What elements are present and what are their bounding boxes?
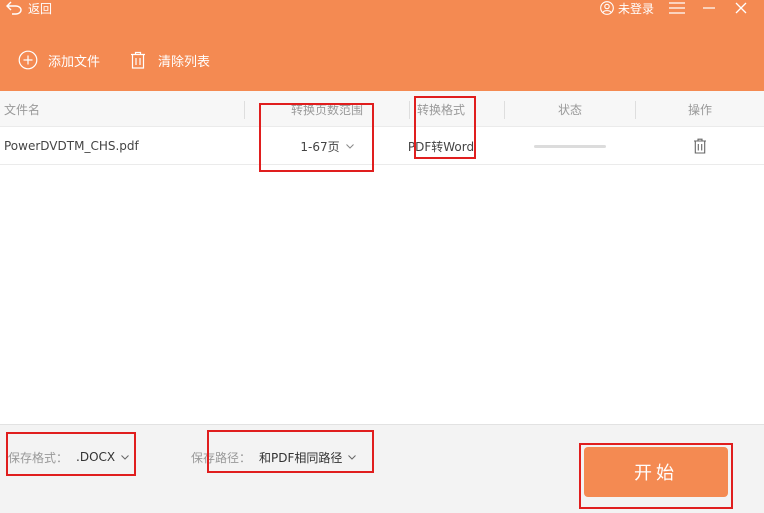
delete-row-button[interactable] [693,138,707,154]
save-path-label: 保存路径： [191,450,252,465]
minimize-button[interactable] [700,1,718,15]
top-bar: 返回 未登录 添加文件 清除列表 [0,0,764,91]
save-path-option: 保存路径： 和PDF相同路径 [191,448,357,466]
status-progress-bar [534,144,606,148]
page-range-select[interactable]: 1-67页 [300,138,354,155]
minimize-icon [703,7,715,9]
user-icon [600,1,614,15]
save-format-select[interactable]: .DOCX [76,450,129,464]
menu-button[interactable] [668,1,686,15]
save-path-select[interactable]: 和PDF相同路径 [259,449,357,466]
chevron-down-icon [121,454,129,460]
trash-icon [694,138,706,154]
add-file-label: 添加文件 [48,54,101,70]
login-button[interactable]: 未登录 [600,0,654,17]
bottom-bar: 保存格式： .DOCX 保存路径： 和PDF相同路径 开始 [0,424,764,513]
save-format-label: 保存格式： [8,450,69,465]
page-range-value: 1-67页 [300,139,340,154]
save-path-value: 和PDF相同路径 [259,450,343,465]
column-actions: 操作 [687,102,712,117]
back-button[interactable]: 返回 [6,0,52,16]
add-file-button[interactable]: 添加文件 [18,50,100,70]
file-name: PowerDVDTM_CHS.pdf [4,139,139,153]
close-button[interactable] [732,1,750,15]
close-icon [735,2,747,14]
menu-icon [669,2,685,14]
clear-list-button[interactable]: 清除列表 [128,50,210,70]
column-format: 转换格式 [416,102,465,117]
trash-icon [131,51,146,69]
file-table: 文件名 转换页数范围 转换格式 状态 操作 PowerDVDTM_CHS.pdf… [0,91,764,424]
column-filename: 文件名 [4,102,41,117]
login-label: 未登录 [617,1,654,16]
conversion-format: PDF转Word [407,139,475,154]
back-label: 返回 [28,1,53,16]
start-button[interactable]: 开始 [584,447,728,497]
table-row[interactable]: PowerDVDTM_CHS.pdf 1-67页 PDF转Word [0,128,764,165]
window-controls: 未登录 [600,0,750,16]
save-format-option: 保存格式： .DOCX [8,448,129,466]
column-page-range: 转换页数范围 [290,102,363,117]
clear-list-label: 清除列表 [158,54,211,70]
save-format-value: .DOCX [76,450,116,464]
chevron-down-icon [345,143,354,149]
table-header: 文件名 转换页数范围 转换格式 状态 操作 [0,91,764,127]
toolbar: 添加文件 清除列表 [18,50,210,70]
chevron-down-icon [348,454,357,460]
add-circle-icon [18,50,38,70]
column-status: 状态 [557,102,582,117]
back-arrow-icon [6,1,22,15]
